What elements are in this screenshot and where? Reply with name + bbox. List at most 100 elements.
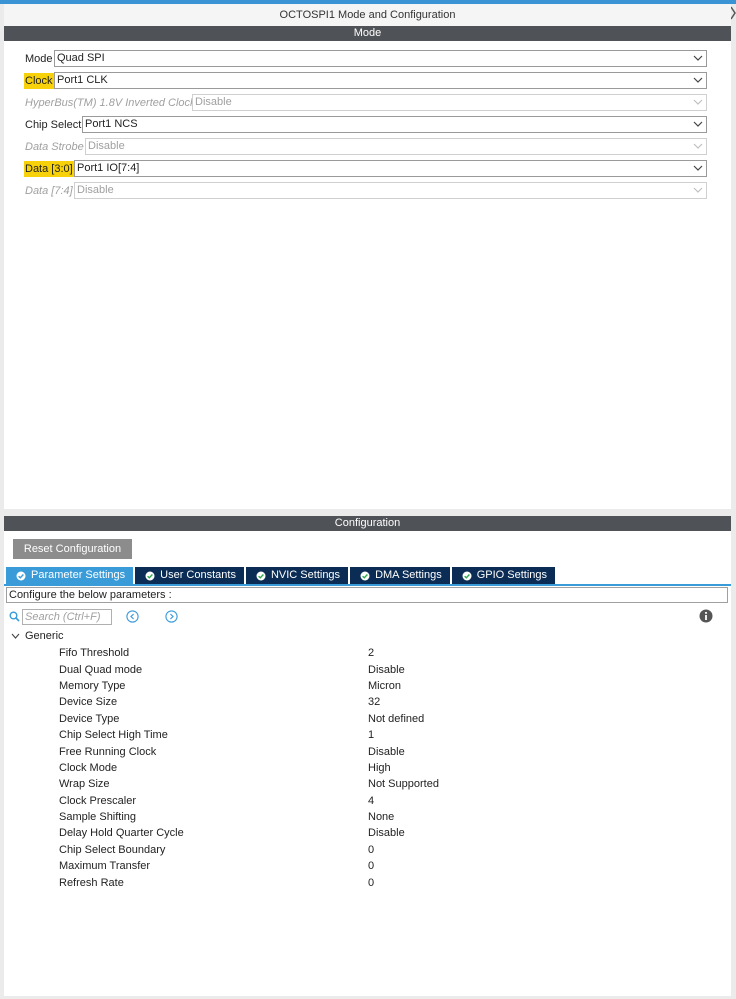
param-row[interactable]: Dual Quad mode Disable <box>4 661 731 677</box>
info-icon[interactable] <box>699 609 713 623</box>
tab-label: GPIO Settings <box>476 569 548 581</box>
clock-select[interactable]: Port1 CLK <box>54 72 707 89</box>
chevron-down-icon <box>693 143 703 149</box>
window-title: OCTOSPI1 Mode and Configuration <box>4 4 731 26</box>
reset-configuration-button[interactable]: Reset Configuration <box>13 539 132 559</box>
search-input[interactable]: Search (Ctrl+F) <box>22 608 112 625</box>
configuration-header: Configuration <box>4 516 731 531</box>
param-name: Clock Prescaler <box>59 794 137 807</box>
param-name: Device Type <box>59 712 120 725</box>
mode-row-data-7-4: Data [7:4] <box>24 182 75 199</box>
param-name: Clock Mode <box>59 761 118 774</box>
data-7-4-select[interactable]: Disable <box>74 182 707 199</box>
param-name: Free Running Clock <box>59 745 157 758</box>
mode-row-data-3-0: Data [3:0] <box>24 160 75 177</box>
configure-text: Configure the below parameters : <box>6 587 728 603</box>
parameter-list: Fifo Threshold 2 Dual Quad mode Disable Me… <box>4 645 731 891</box>
param-value: Disable <box>368 663 405 676</box>
mode-row-clock: Clock <box>24 72 55 89</box>
mode-panel: Mode Mode Quad SPI Clock Port1 CLK Hyper… <box>4 26 731 509</box>
param-row[interactable]: Maximum Transfer 0 <box>4 858 731 874</box>
param-name: Fifo Threshold <box>59 647 130 660</box>
param-value: Disable <box>368 745 405 758</box>
chevron-down-icon <box>693 77 703 83</box>
check-circle-icon <box>256 571 266 580</box>
hyperbus-select[interactable]: Disable <box>192 94 707 111</box>
param-value: 32 <box>368 696 381 709</box>
clock-label: Clock <box>24 72 55 89</box>
chevron-down-icon <box>693 165 703 171</box>
chevron-down-icon <box>693 121 703 127</box>
param-value: None <box>368 811 395 824</box>
chevron-down-icon <box>693 99 703 105</box>
param-name: Wrap Size <box>59 778 110 791</box>
param-name: Maximum Transfer <box>59 860 151 873</box>
param-row[interactable]: Chip Select Boundary 0 <box>4 842 731 858</box>
param-name: Device Size <box>59 696 118 709</box>
mode-row-hyperbus: HyperBus(TM) 1.8V Inverted Clock <box>24 94 198 111</box>
param-name: Refresh Rate <box>59 876 124 889</box>
chevron-down-icon <box>11 633 20 639</box>
tab-parameter-settings[interactable]: Parameter Settings <box>6 567 134 584</box>
chip-select-label: Chip Select <box>25 118 82 131</box>
param-value: 0 <box>368 876 375 889</box>
tab-user-constants[interactable]: User Constants <box>135 567 244 584</box>
param-row[interactable]: Refresh Rate 0 <box>4 874 731 890</box>
mode-label: Mode <box>25 52 53 65</box>
tab-label: DMA Settings <box>375 569 442 581</box>
tab-label: Parameter Settings <box>31 569 126 581</box>
tab-dma-settings[interactable]: DMA Settings <box>350 567 450 584</box>
mode-row-data-strobe: Data Strobe <box>24 138 86 155</box>
data-strobe-value: Disable <box>88 140 125 152</box>
param-value: 0 <box>368 843 375 856</box>
param-name: Memory Type <box>59 679 126 692</box>
hyperbus-label: HyperBus(TM) 1.8V Inverted Clock <box>25 96 196 109</box>
param-row[interactable]: Delay Hold Quarter Cycle Disable <box>4 825 731 841</box>
param-row[interactable]: Chip Select High Time 1 <box>4 727 731 743</box>
tab-label: NVIC Settings <box>270 569 341 581</box>
mode-select-value: Quad SPI <box>57 52 105 64</box>
data-7-4-value: Disable <box>77 184 114 196</box>
param-value: 4 <box>368 794 375 807</box>
mode-row-chip-select: Chip Select <box>24 116 83 133</box>
param-row[interactable]: Clock Prescaler 4 <box>4 793 731 809</box>
chevron-left-circle-icon[interactable] <box>126 610 139 623</box>
data-7-4-label: Data [7:4] <box>25 184 73 197</box>
param-row[interactable]: Device Type Not defined <box>4 711 731 727</box>
data-strobe-select[interactable]: Disable <box>85 138 707 155</box>
param-name: Dual Quad mode <box>59 663 143 676</box>
config-tabs: Parameter Settings User Constants NVIC S… <box>6 567 557 584</box>
param-value: Micron <box>368 679 402 692</box>
chip-select-value: Port1 NCS <box>85 118 138 130</box>
param-value: 2 <box>368 647 375 660</box>
tab-underline <box>4 584 731 586</box>
tab-gpio-settings[interactable]: GPIO Settings <box>451 567 556 584</box>
param-row[interactable]: Sample Shifting None <box>4 809 731 825</box>
chip-select-select[interactable]: Port1 NCS <box>82 116 707 133</box>
search-row: Search (Ctrl+F) <box>9 608 178 625</box>
configuration-panel: Configuration Reset Configuration Parame… <box>4 516 731 996</box>
chevron-down-icon <box>693 187 703 193</box>
tab-nvic-settings[interactable]: NVIC Settings <box>245 567 349 584</box>
chevron-right-circle-icon[interactable] <box>165 610 178 623</box>
param-row[interactable]: Wrap Size Not Supported <box>4 776 731 792</box>
param-value: 1 <box>368 729 375 742</box>
param-row[interactable]: Free Running Clock Disable <box>4 743 731 759</box>
param-value: Disable <box>368 827 405 840</box>
param-row[interactable]: Clock Mode High <box>4 760 731 776</box>
param-name: Chip Select High Time <box>59 729 168 742</box>
param-name: Sample Shifting <box>59 811 137 824</box>
param-value: 0 <box>368 860 375 873</box>
check-circle-icon <box>360 571 370 580</box>
hyperbus-select-value: Disable <box>195 96 232 108</box>
tree-group-generic[interactable]: Generic <box>11 630 64 642</box>
param-row[interactable]: Device Size 32 <box>4 694 731 710</box>
param-value: Not Supported <box>368 778 439 791</box>
search-icon <box>9 611 20 622</box>
param-row[interactable]: Fifo Threshold 2 <box>4 645 731 661</box>
param-value: High <box>368 761 391 774</box>
param-row[interactable]: Memory Type Micron <box>4 678 731 694</box>
mode-select[interactable]: Quad SPI <box>54 50 707 67</box>
data-3-0-select[interactable]: Port1 IO[7:4] <box>74 160 707 177</box>
clock-select-value: Port1 CLK <box>57 74 108 86</box>
